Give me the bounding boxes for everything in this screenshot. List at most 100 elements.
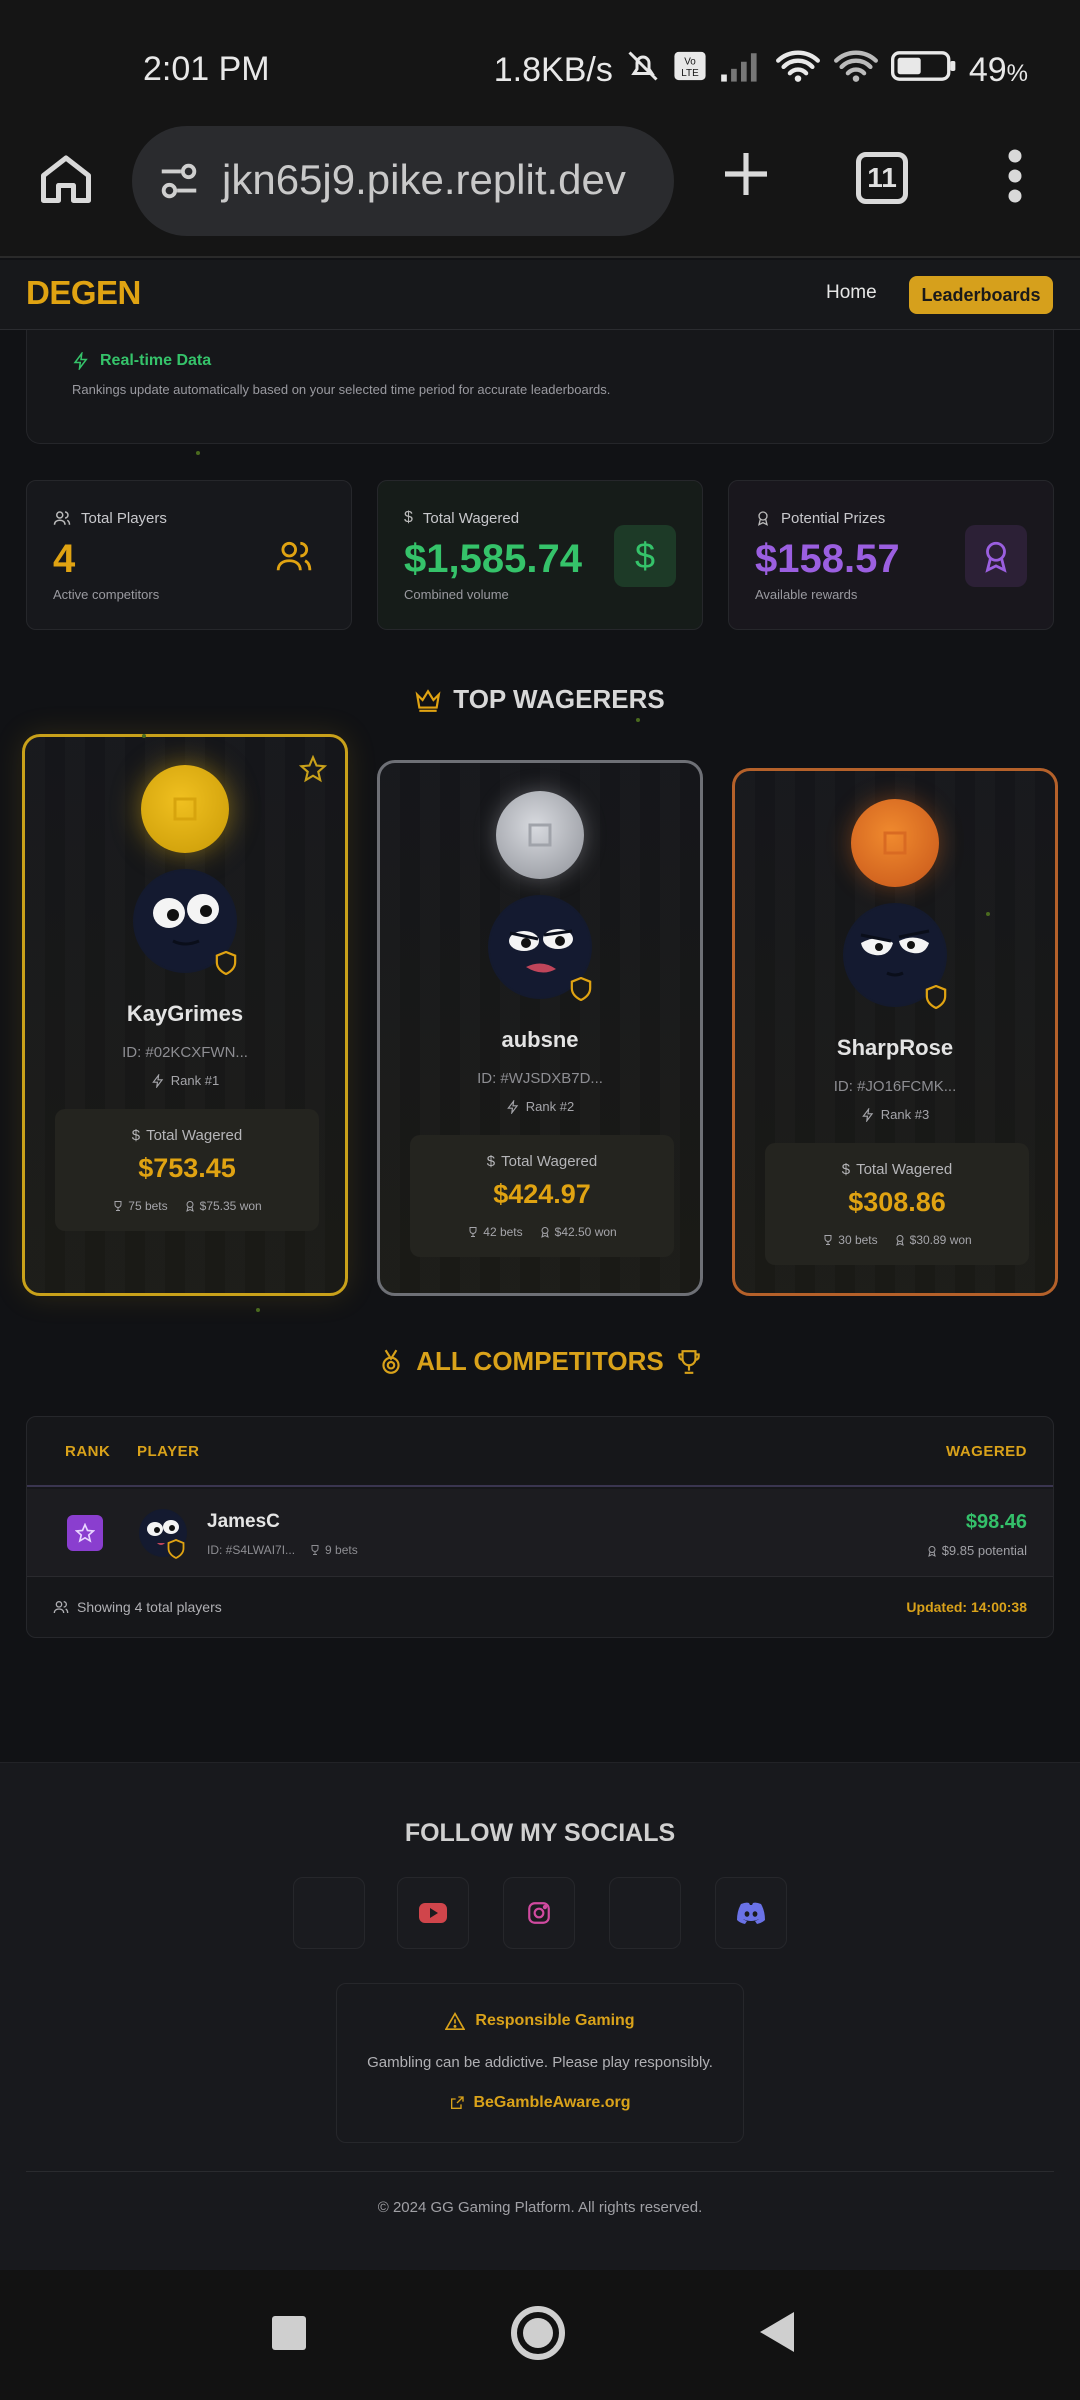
award-icon [758, 511, 768, 526]
begambleaware-link[interactable]: BeGambleAware.org [337, 2094, 743, 2112]
home-button[interactable] [511, 2306, 565, 2360]
battery-percent: 49% [968, 51, 1028, 89]
player-id: ID: #S4LWAI7I... [207, 1543, 296, 1557]
status-bar: 2:01 PM 1.8KB/s Vo LTE 49% [0, 0, 1080, 120]
stat-label: Total Wagered [422, 509, 520, 527]
column-player: PLAYER [137, 1443, 200, 1460]
users-icon [53, 511, 71, 525]
site-settings-icon[interactable] [156, 158, 202, 204]
responsible-gaming-title: Responsible Gaming [337, 2012, 743, 2030]
wager-total: $308.86 [848, 1187, 946, 1217]
site-footer: FOLLOW MY SOCIALS Responsible Gaming Gam… [0, 1762, 1080, 2270]
social-link-blank-2[interactable] [609, 1877, 681, 1949]
potential-value: $9.85 potential [926, 1543, 1027, 1558]
podium-card-rank-3[interactable]: SharpRose ID: #JO16FCMK... Rank #3 $ Tota… [732, 768, 1058, 1296]
social-link-blank[interactable] [293, 1877, 365, 1949]
stat-value: 4 [53, 537, 76, 581]
stat-sub: Combined volume [404, 587, 509, 602]
award-icon [540, 1227, 549, 1238]
home-icon[interactable] [36, 148, 96, 208]
wifi-icon [775, 48, 821, 93]
discord-icon[interactable] [715, 1877, 787, 1949]
wifi-icon-2 [833, 48, 879, 93]
stat-card-total-players: Total Players 4 Active competitors [26, 480, 352, 630]
lightning-icon [861, 1107, 874, 1122]
stat-card-total-wagered: $ Total Wagered $1,585.74 Combined volum… [377, 480, 703, 630]
stat-value: $1,585.74 [404, 537, 582, 581]
stat-label: Total Players [81, 509, 167, 527]
stat-value: $158.57 [755, 537, 900, 581]
socials-heading: FOLLOW MY SOCIALS [404, 1819, 676, 1847]
rank-badge [67, 1515, 103, 1551]
player-meta: ID: #S4LWAI7I... 9 bets [207, 1543, 358, 1557]
realtime-title: Real-time Data [72, 352, 211, 370]
mute-bell-icon [625, 48, 661, 93]
player-rank: Rank #3 [735, 1107, 1055, 1122]
award-icon [927, 1545, 936, 1557]
nav-leaderboards-button[interactable]: Leaderboards [909, 276, 1053, 314]
player-rank: Rank #1 [25, 1073, 345, 1088]
award-icon [965, 525, 1027, 587]
dollar-icon: $ [841, 1161, 851, 1178]
player-id: ID: #WJSDXB7D... [477, 1070, 603, 1087]
star-icon[interactable] [298, 754, 328, 788]
shield-icon [167, 1539, 185, 1560]
player-rank: Rank #2 [380, 1099, 700, 1114]
player-name: SharpRose [836, 1035, 954, 1060]
instagram-icon[interactable] [503, 1877, 575, 1949]
back-button[interactable] [760, 2312, 794, 2352]
player-id: ID: #02KCXFWN... [122, 1044, 248, 1061]
table-header: RANK PLAYER WAGERED [27, 1417, 1053, 1487]
lightning-icon [73, 352, 88, 370]
more-menu-icon[interactable] [1000, 146, 1030, 206]
browser-toolbar: jkn65j9.pike.replit.dev 11 [0, 120, 1080, 258]
svg-text:LTE: LTE [681, 68, 699, 79]
realtime-description: Rankings update automatically based on y… [72, 382, 611, 397]
bets-count: 75 bets [112, 1199, 168, 1213]
youtube-icon[interactable] [397, 1877, 469, 1949]
top-wagerers-heading: TOP WAGERERS [0, 684, 1080, 715]
recents-button[interactable] [272, 2316, 306, 2350]
trophy-icon [677, 1349, 700, 1374]
medal-icon [382, 1349, 400, 1374]
won-amount: $75.35 won [184, 1199, 262, 1213]
status-icons: 1.8KB/s Vo LTE 49% [494, 48, 1028, 93]
table-row[interactable]: JamesC ID: #S4LWAI7I... 9 bets $98.46 $9… [27, 1489, 1053, 1577]
gold-medal-icon [141, 765, 229, 853]
player-name: KayGrimes [126, 1001, 244, 1026]
podium-card-rank-1[interactable]: KayGrimes ID: #02KCXFWN... Rank #1 $ Tota… [22, 734, 348, 1296]
url-bar[interactable]: jkn65j9.pike.replit.dev [132, 126, 674, 236]
new-tab-icon[interactable] [718, 146, 774, 202]
dollar-icon: $ [404, 509, 413, 526]
shield-icon [925, 984, 947, 1010]
wager-box: $ Total Wagered $753.45 75 bets $75.35 wo… [55, 1109, 319, 1231]
stat-sub: Available rewards [755, 587, 858, 602]
copyright-text: © 2024 GG Gaming Platform. All rights re… [377, 2199, 703, 2216]
shield-icon [215, 950, 237, 976]
battery-icon [890, 49, 957, 92]
wager-total: $424.97 [493, 1179, 591, 1209]
wager-box: $ Total Wagered $308.86 30 bets $30.89 wo… [765, 1143, 1029, 1265]
users-icon [263, 525, 325, 587]
tab-switcher-button[interactable]: 11 [856, 152, 908, 204]
shield-icon [570, 976, 592, 1002]
player-name: aubsne [501, 1027, 579, 1052]
dollar-icon: $ [614, 525, 676, 587]
podium-card-rank-2[interactable]: aubsne ID: #WJSDXB7D... Rank #2 $ Total W… [377, 760, 703, 1296]
site-header: DEGEN Home Leaderboards [0, 260, 1080, 330]
nav-home-link[interactable]: Home [826, 282, 877, 304]
volte-icon: Vo LTE [673, 49, 707, 92]
won-amount: $42.50 won [539, 1225, 617, 1239]
svg-text:Vo: Vo [684, 57, 696, 68]
bets-count: 9 bets [309, 1543, 358, 1557]
stat-card-potential-prizes: Potential Prizes $158.57 Available rewar… [728, 480, 1054, 630]
player-name: JamesC [207, 1511, 280, 1532]
responsible-gaming-text: Gambling can be addictive. Please play r… [367, 2054, 713, 2071]
stat-sub: Active competitors [53, 587, 160, 602]
url-text: jkn65j9.pike.replit.dev [222, 156, 626, 203]
wager-box: $ Total Wagered $424.97 42 bets $42.50 wo… [410, 1135, 674, 1257]
site-logo[interactable]: DEGEN [26, 274, 141, 312]
column-wagered: WAGERED [945, 1443, 1027, 1460]
award-icon [895, 1235, 904, 1246]
footer-divider [26, 2171, 1054, 2172]
